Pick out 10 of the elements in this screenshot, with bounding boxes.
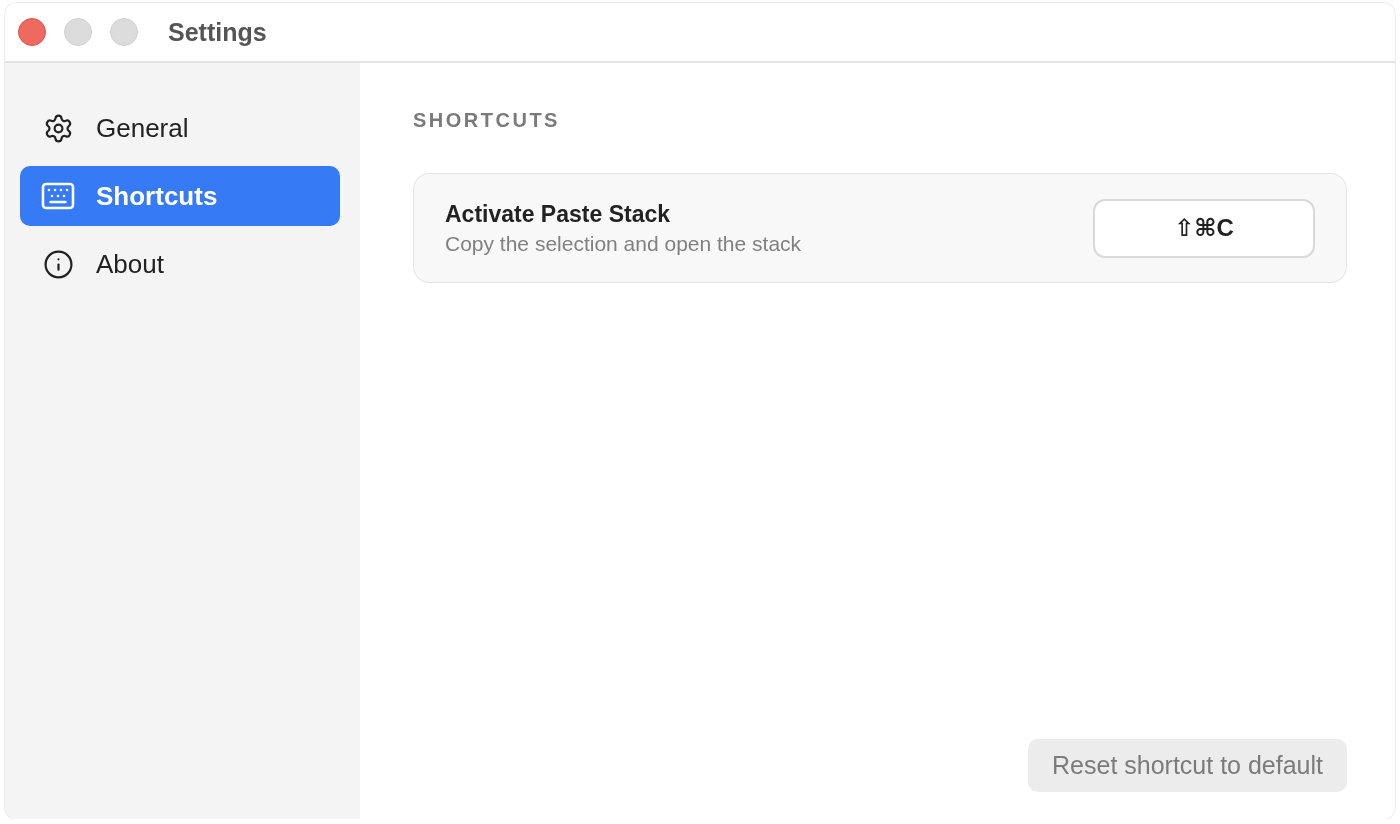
sidebar-item[interactable]: About [20, 234, 340, 294]
shortcut-title: Activate Paste Stack [445, 200, 671, 228]
close-button[interactable] [18, 18, 46, 46]
sidebar-item[interactable]: Shortcuts [20, 166, 340, 226]
info-icon [42, 248, 74, 280]
shortcut-description: Copy the selection and open the stack [445, 231, 802, 256]
shortcut-key-button[interactable]: ⇧⌘C [1093, 198, 1315, 258]
window-title: Settings [168, 17, 267, 47]
sidebar-item[interactable]: General [20, 98, 340, 158]
section-heading: SHORTCUTS [413, 108, 561, 132]
